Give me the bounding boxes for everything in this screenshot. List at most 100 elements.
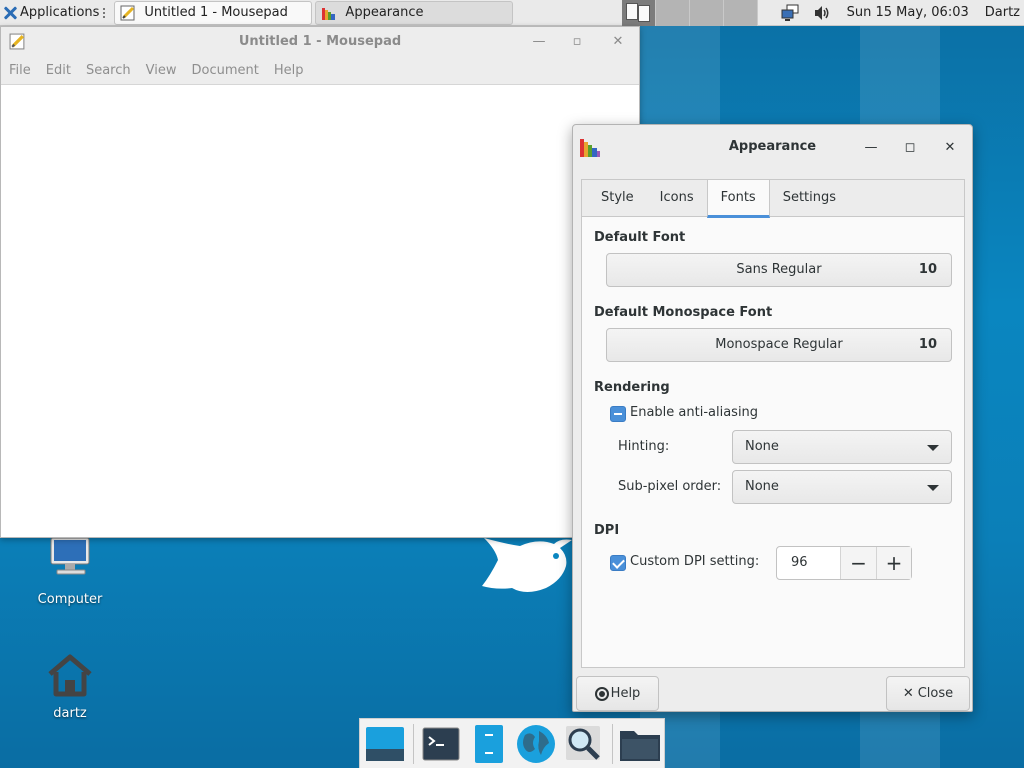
folder-icon [619,730,660,761]
dock-search[interactable] [560,720,606,768]
font-name: Sans Regular [736,262,822,277]
dock-separator [413,723,415,764]
taskbar-item-label: Appearance [345,5,424,20]
menu-view[interactable]: View [146,63,177,78]
font-size: 10 [918,262,937,277]
applications-menu[interactable]: Applications [0,0,111,26]
menu-help[interactable]: Help [274,63,304,78]
minimize-button[interactable]: — [531,33,547,49]
desktop-icon-label: Computer [37,592,103,607]
tab-style[interactable]: Style [588,180,647,216]
dock-folder[interactable] [617,720,663,768]
help-button-label: Help [610,686,641,701]
workspace-2[interactable] [656,0,691,26]
close-dialog-button[interactable]: ✕ Close [886,676,970,711]
close-button-label: Close [917,686,954,701]
menu-document[interactable]: Document [191,63,258,78]
hinting-combo[interactable]: None [732,430,952,464]
help-button[interactable]: Help [576,676,659,711]
dock-files-cabinet[interactable] [466,720,512,768]
xfce-logo-icon [3,6,17,20]
dock-separator [611,723,613,764]
maximize-button[interactable]: ◻ [902,139,918,155]
menu-edit[interactable]: Edit [46,63,71,78]
subpixel-combo[interactable]: None [732,470,952,504]
taskbar-item-appearance[interactable]: Appearance [315,0,514,25]
terminal-icon [422,727,460,760]
pager-window-thumb [638,4,651,22]
globe-icon [517,724,556,763]
volume-icon[interactable] [811,4,833,22]
appearance-dialog: Appearance — ◻ ✕ Style Icons Fonts Setti… [572,124,973,712]
mousepad-titlebar[interactable]: Untitled 1 - Mousepad — ▫ ✕ [1,27,639,56]
antialias-checkbox[interactable] [610,406,626,422]
workspace-pager[interactable] [622,0,759,26]
network-icon[interactable] [779,4,801,22]
maximize-button[interactable]: ▫ [569,33,585,49]
menu-file[interactable]: File [9,63,31,78]
custom-dpi-label[interactable]: Custom DPI setting: [630,554,759,569]
mousepad-window: Untitled 1 - Mousepad — ▫ ✕ File Edit Se… [0,26,640,538]
dock-show-desktop[interactable] [362,720,408,768]
user-menu[interactable]: Dartz [985,5,1020,20]
text-editor-area[interactable] [1,85,639,537]
bottom-dock [359,718,665,768]
file-cabinet-icon [474,724,503,763]
dpi-spinbutton: 96 − + [776,546,912,580]
default-font-button[interactable]: Sans Regular 10 [606,253,952,287]
mousepad-menubar: File Edit Search View Document Help [1,56,639,85]
close-icon: ✕ [902,686,914,701]
tab-bar: Style Icons Fonts Settings [582,180,964,218]
menu-search[interactable]: Search [86,63,131,78]
desktop-icon-home[interactable]: dartz [30,654,110,721]
dock-web-browser[interactable] [513,720,559,768]
subpixel-label: Sub-pixel order: [618,479,722,494]
dpi-input[interactable]: 96 [777,547,841,579]
taskbar-item-label: Untitled 1 - Mousepad [144,5,288,20]
system-tray: Sun 15 May, 06:03 Dartz [779,0,1024,26]
workspace-4[interactable] [724,0,759,26]
rendering-heading: Rendering [594,380,670,395]
close-button[interactable]: ✕ [610,33,626,49]
minimize-button[interactable]: — [863,139,879,155]
antialias-label[interactable]: Enable anti-aliasing [630,405,758,420]
xfce-mouse-mascot-icon [482,538,572,592]
applications-menu-label: Applications [20,5,100,20]
appearance-notebook: Style Icons Fonts Settings Default Font … [581,179,965,668]
subpixel-value: None [745,479,779,494]
custom-dpi-checkbox[interactable] [610,555,626,571]
dpi-increment-button[interactable]: + [876,547,911,579]
monospace-font-button[interactable]: Monospace Regular 10 [606,328,952,362]
taskbar-item-mousepad[interactable]: Untitled 1 - Mousepad [114,0,313,25]
workspace-3[interactable] [690,0,725,26]
mousepad-icon [120,5,135,20]
pager-window-thumb [626,2,639,20]
dropdown-arrow-icon [927,485,939,491]
dock-terminal[interactable] [418,720,464,768]
hinting-label: Hinting: [618,439,670,454]
help-icon [594,686,609,701]
monospace-font-heading: Default Monospace Font [594,305,773,320]
hinting-value: None [745,439,779,454]
tab-settings[interactable]: Settings [770,180,849,216]
computer-icon [50,537,90,575]
desktop-icon-computer[interactable]: Computer [30,536,110,607]
desktop-icon-label: dartz [53,706,87,721]
font-size: 10 [918,337,937,352]
top-panel: Applications Untitled 1 - Mousepad Appea… [0,0,1024,26]
font-name: Monospace Regular [715,337,843,352]
magnifier-icon [565,725,600,760]
tab-fonts[interactable]: Fonts [706,180,770,218]
appearance-titlebar[interactable]: Appearance — ◻ ✕ [573,125,972,171]
panel-handle [103,7,107,18]
dropdown-arrow-icon [927,445,939,451]
dpi-decrement-button[interactable]: − [841,547,876,579]
close-button[interactable]: ✕ [942,139,958,155]
tab-icons[interactable]: Icons [647,180,707,216]
workspace-1[interactable] [622,0,657,26]
show-desktop-icon [366,726,405,761]
default-font-heading: Default Font [594,230,686,245]
appearance-icon [322,7,336,20]
home-icon [48,654,92,697]
panel-clock[interactable]: Sun 15 May, 06:03 [847,5,969,20]
